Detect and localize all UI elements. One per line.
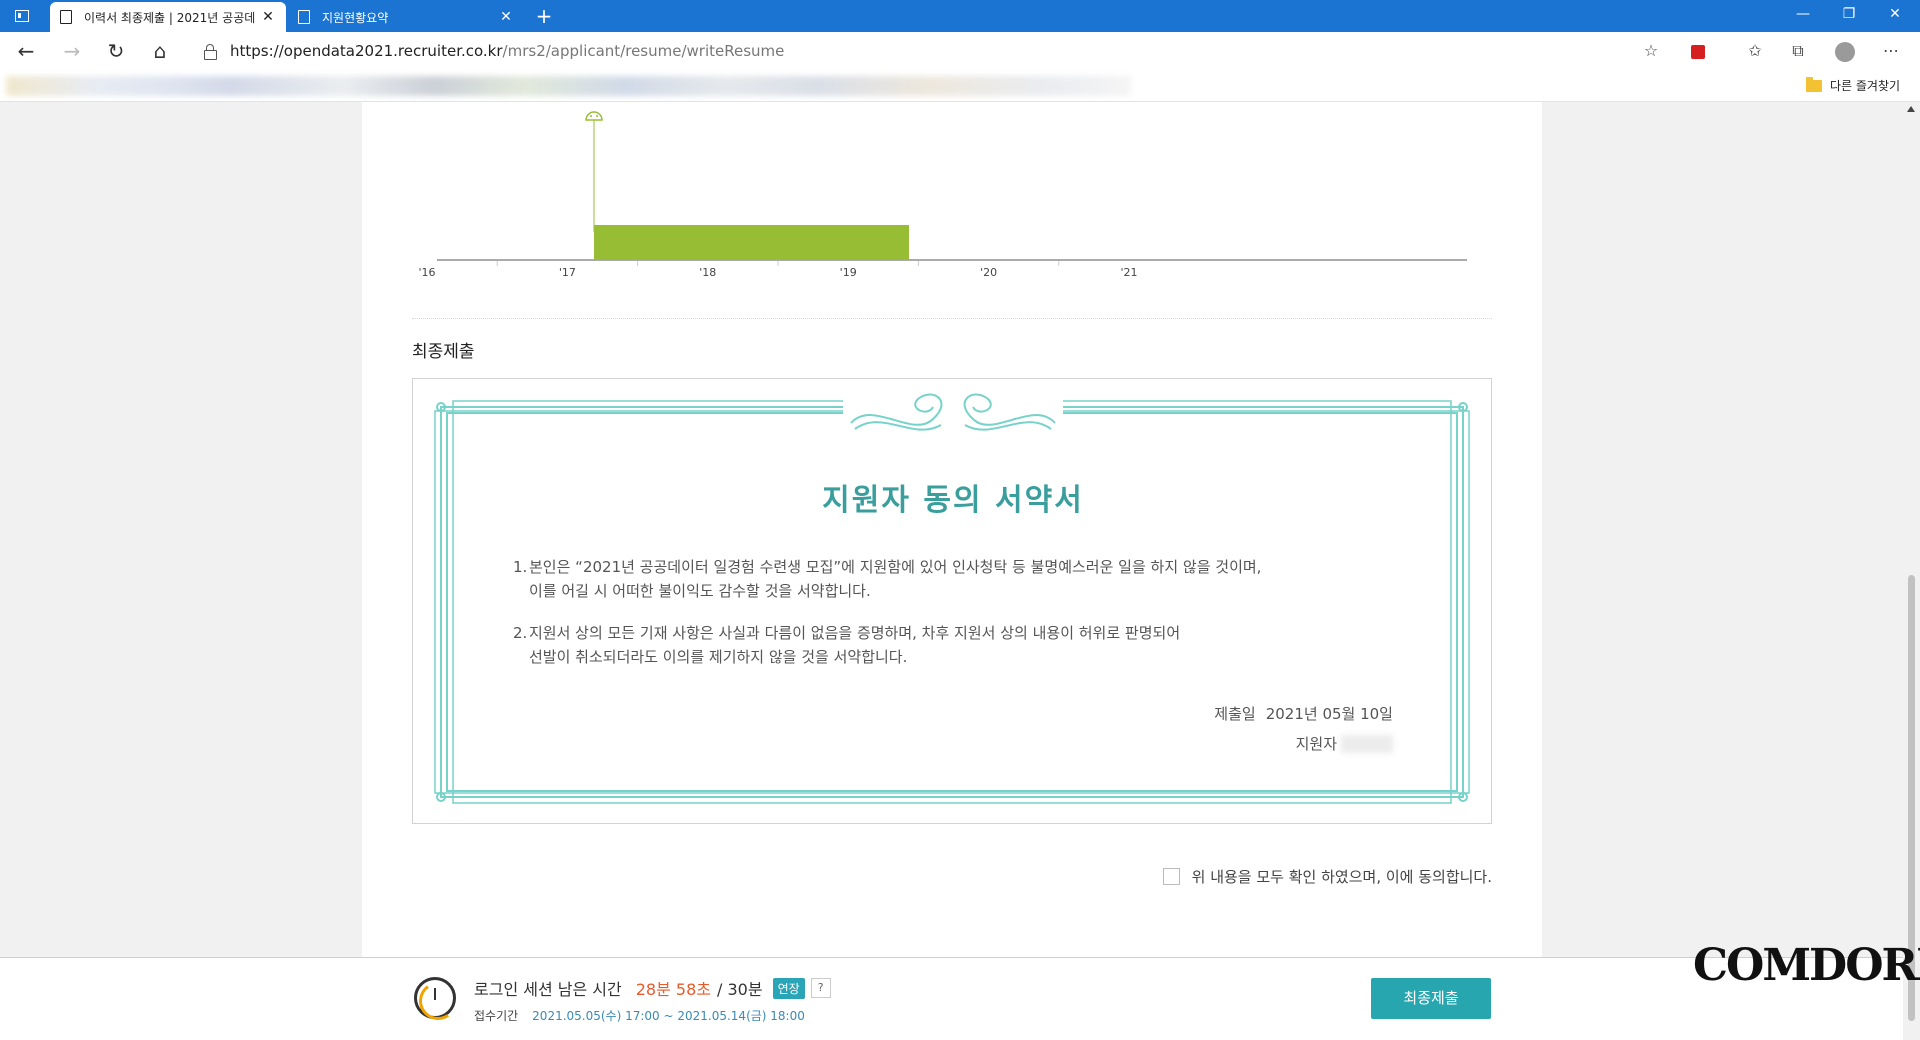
- agree-label[interactable]: 위 내용을 모두 확인 하였으며, 이에 동의합니다.: [1192, 866, 1492, 887]
- agree-row[interactable]: 위 내용을 모두 확인 하였으며, 이에 동의합니다.: [1162, 866, 1492, 887]
- session-bar: 로그인 세션 남은 시간 28분 58초 / 30분 연장 ? 접수기간 202…: [0, 957, 1903, 1040]
- extend-session-button[interactable]: 연장: [772, 977, 805, 999]
- career-timeline: '16 '17 '18 '19 '20 '21: [418, 111, 1467, 279]
- period-label: 접수기간: [474, 1009, 519, 1023]
- browser-titlebar: 이력서 최종제출 | 2021년 공공데 ✕ 지원현황요약 ✕ + — ❐ ✕: [0, 0, 1920, 32]
- pledge-item-line: 선발이 취소되더라도 이의를 제기하지 않을 것을 서약합니다.: [529, 648, 908, 666]
- pledge-item-line: 지원서 상의 모든 기재 사항은 사실과 다름이 없음을 증명하며, 차후 지원…: [529, 624, 1181, 642]
- pledge-item-number: 1.: [513, 558, 528, 576]
- page-viewport: '16 '17 '18 '19 '20 '21 최종제출 지원자 동의 서약서 1. 본인…: [0, 102, 1920, 1040]
- minimize-icon[interactable]: —: [1780, 0, 1826, 32]
- bookmarks-bar: 다른 즐겨찾기: [0, 70, 1920, 102]
- page-scrollbar[interactable]: [1903, 102, 1920, 1040]
- session-total: / 30분: [717, 980, 763, 999]
- lock-icon: [204, 44, 217, 60]
- address-bar[interactable]: https://opendata2021.recruiter.co.kr/mrs…: [190, 35, 1660, 67]
- home-icon[interactable]: ⌂: [144, 36, 176, 66]
- pledge-item-line: 이를 어길 시 어떠한 불이익도 감수할 것을 서약합니다.: [529, 582, 871, 600]
- applicant-name-redacted: [1341, 734, 1393, 753]
- other-favorites-label: 다른 즐겨찾기: [1830, 79, 1901, 93]
- extension-icon[interactable]: [1683, 36, 1713, 66]
- help-button[interactable]: ?: [810, 978, 831, 998]
- timeline-year-label: '16: [418, 266, 435, 279]
- applicant-label: 지원자: [1295, 735, 1337, 753]
- page-icon: [60, 10, 72, 24]
- final-submit-button[interactable]: 최종제출: [1371, 978, 1491, 1019]
- close-window-icon[interactable]: ✕: [1872, 0, 1918, 32]
- submission-date-label: 제출일: [1214, 705, 1256, 723]
- close-tab-icon[interactable]: ✕: [260, 9, 276, 25]
- timeline-year-label: '21: [1120, 266, 1137, 279]
- blurred-bookmarks: [6, 76, 1131, 96]
- pledge-items: 1. 본인은 “2021년 공공데이터 일경험 수련생 모집”에 지원함에 있어…: [513, 555, 1373, 687]
- pledge-box: 지원자 동의 서약서 1. 본인은 “2021년 공공데이터 일경험 수련생 모…: [412, 378, 1492, 824]
- back-icon[interactable]: ←: [10, 36, 42, 66]
- menu-icon[interactable]: ⋯: [1876, 36, 1906, 66]
- session-timer: 로그인 세션 남은 시간 28분 58초 / 30분 연장 ?: [474, 976, 831, 1000]
- url-host: https://opendata2021.recruiter.co.kr: [230, 42, 503, 60]
- new-tab-button[interactable]: +: [530, 2, 558, 30]
- timeline-marker-icon: [585, 111, 603, 121]
- other-favorites[interactable]: 다른 즐겨찾기: [1806, 76, 1901, 94]
- timeline-year-label: '20: [980, 266, 997, 279]
- refresh-icon[interactable]: ↻: [100, 36, 132, 66]
- timeline-ticks: [496, 261, 1060, 266]
- pledge-item-line: 본인은 “2021년 공공데이터 일경험 수련생 모집”에 지원함에 있어 인사…: [529, 558, 1262, 576]
- timeline-year-label: '17: [559, 266, 576, 279]
- add-favorite-icon[interactable]: ☆: [1636, 36, 1666, 66]
- applicant-signature: 지원자: [1296, 733, 1393, 754]
- session-remaining: 28분 58초: [635, 980, 711, 999]
- tab-actions-icon[interactable]: [10, 6, 34, 26]
- submission-date: 제출일 2021년 05월 10일: [1214, 703, 1393, 724]
- resume-page: '16 '17 '18 '19 '20 '21 최종제출 지원자 동의 서약서 1. 본인…: [362, 102, 1542, 957]
- pledge-title: 지원자 동의 서약서: [822, 483, 1084, 518]
- tab-status-summary[interactable]: 지원현황요약 ✕: [288, 2, 524, 32]
- favorites-icon[interactable]: ✩: [1740, 36, 1770, 66]
- pledge-item: 2. 지원서 상의 모든 기재 사항은 사실과 다름이 없음을 증명하며, 차후…: [513, 621, 1373, 669]
- folder-icon: [1806, 76, 1822, 92]
- close-tab-icon[interactable]: ✕: [498, 9, 514, 25]
- submission-date-value: 2021년 05월 10일: [1265, 705, 1393, 723]
- session-label: 로그인 세션 남은 시간: [474, 980, 622, 999]
- agree-checkbox[interactable]: [1162, 868, 1180, 885]
- watermark-logo: COMDORI: [1693, 940, 1920, 991]
- section-title: 최종제출: [412, 342, 475, 362]
- url-path: /mrs2/applicant/resume/writeResume: [502, 42, 785, 60]
- tab-title: 지원현황요약: [322, 10, 389, 25]
- profile-icon[interactable]: [1830, 36, 1860, 66]
- collections-icon[interactable]: ⧉: [1783, 36, 1813, 66]
- application-period: 접수기간 2021.05.05(수) 17:00 ~ 2021.05.14(금)…: [474, 1007, 805, 1024]
- section-divider: [412, 318, 1492, 319]
- scroll-up-icon[interactable]: [1907, 106, 1915, 112]
- timeline-year-label: '18: [699, 266, 716, 279]
- pledge-item-number: 2.: [513, 624, 528, 642]
- page-icon: [298, 10, 310, 24]
- browser-toolbar: ← → ↻ ⌂ https://opendata2021.recruiter.c…: [0, 32, 1920, 70]
- restore-icon[interactable]: ❐: [1826, 0, 1872, 32]
- tab-resume[interactable]: 이력서 최종제출 | 2021년 공공데 ✕: [50, 2, 286, 32]
- timeline-year-label: '19: [840, 266, 857, 279]
- timeline-bar: [594, 225, 909, 260]
- clock-icon: [414, 977, 456, 1019]
- timeline-labels: '16 '17 '18 '19 '20 '21: [418, 266, 1137, 279]
- pledge-item: 1. 본인은 “2021년 공공데이터 일경험 수련생 모집”에 지원함에 있어…: [513, 555, 1373, 603]
- tab-title: 이력서 최종제출 | 2021년 공공데: [84, 10, 256, 25]
- forward-icon[interactable]: →: [56, 36, 88, 66]
- period-value: 2021.05.05(수) 17:00 ~ 2021.05.14(금) 18:0…: [532, 1009, 805, 1023]
